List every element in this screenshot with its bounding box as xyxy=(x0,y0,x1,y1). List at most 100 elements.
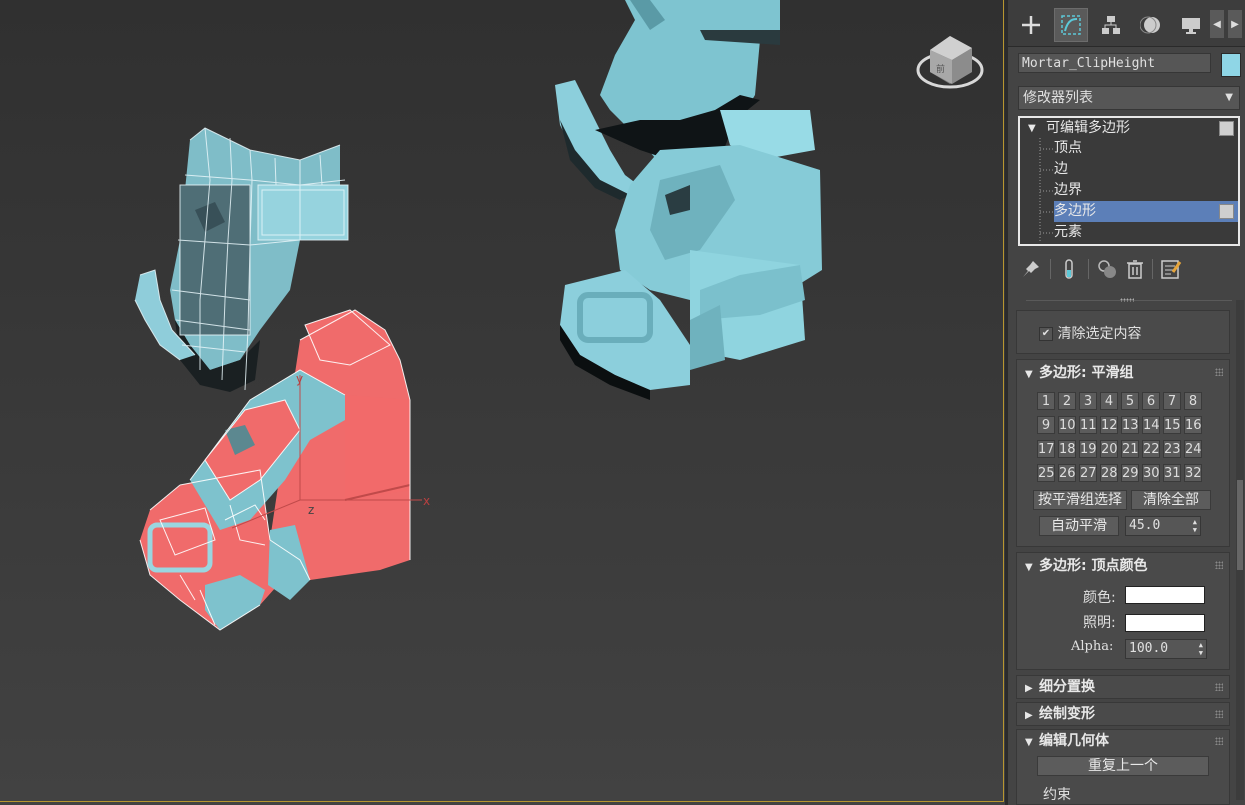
hierarchy-tab[interactable] xyxy=(1094,8,1128,42)
rollout-grip[interactable] xyxy=(1215,683,1223,691)
smoothing-group-button[interactable]: 19 xyxy=(1079,440,1097,458)
stack-item-vertex[interactable]: 顶点 xyxy=(1054,138,1238,159)
show-end-result-button[interactable] xyxy=(1056,256,1082,282)
vertex-color-swatch[interactable] xyxy=(1125,586,1205,604)
smoothing-group-button[interactable]: 21 xyxy=(1121,440,1139,458)
smoothing-group-button[interactable]: 10 xyxy=(1058,416,1076,434)
smoothing-group-button[interactable]: 2 xyxy=(1058,392,1076,410)
illumination-color-swatch[interactable] xyxy=(1125,614,1205,632)
triangle-down-icon: ▼ xyxy=(1025,562,1033,573)
stack-item-editable-poly[interactable]: ▼ 可编辑多边形 xyxy=(1020,118,1238,139)
collapse-triangle-icon: ▼ xyxy=(1028,123,1036,134)
modifier-stack[interactable]: ▼ 可编辑多边形 顶点 边 边界 多边形 元素 xyxy=(1018,116,1240,246)
viewcube[interactable]: 前 xyxy=(916,36,984,89)
display-tab[interactable] xyxy=(1174,8,1208,42)
smoothing-group-button[interactable]: 25 xyxy=(1037,464,1055,482)
stack-item-polygon[interactable]: 多边形 xyxy=(1054,201,1238,222)
rollout-grip[interactable] xyxy=(1215,561,1223,569)
clear-selection-checkbox[interactable]: ✔ 清除选定内容 xyxy=(1039,323,1141,343)
rollout-grip[interactable] xyxy=(1215,737,1223,745)
smoothing-group-button[interactable]: 18 xyxy=(1058,440,1076,458)
modifier-toggle-checkbox[interactable] xyxy=(1219,121,1234,136)
clear-all-button[interactable]: 清除全部 xyxy=(1131,490,1211,510)
make-unique-button[interactable] xyxy=(1094,256,1120,282)
select-by-sg-button[interactable]: 按平滑组选择 xyxy=(1033,490,1127,510)
rollout-drag-handle[interactable] xyxy=(1120,298,1134,302)
vertex-colors-header[interactable]: ▼ 多边形: 顶点颜色 xyxy=(1025,555,1147,577)
pin-stack-button[interactable] xyxy=(1018,256,1044,282)
scrollbar-thumb[interactable] xyxy=(1237,480,1243,570)
stack-item-edge[interactable]: 边 xyxy=(1054,159,1238,180)
smoothing-group-button[interactable]: 4 xyxy=(1100,392,1118,410)
smoothing-group-button[interactable]: 24 xyxy=(1184,440,1202,458)
smoothing-group-button[interactable]: 3 xyxy=(1079,392,1097,410)
smoothing-groups-rollout: ▼ 多边形: 平滑组 1 2 3 4 5 6 7 8 9 10 11 12 13 14 15 16 17 18 19 2… xyxy=(1016,359,1230,547)
smoothing-group-button[interactable]: 7 xyxy=(1163,392,1181,410)
modify-tab[interactable] xyxy=(1054,8,1088,42)
scene-canvas[interactable]: y x z 前 xyxy=(0,0,1005,805)
configure-modifier-sets-button[interactable] xyxy=(1158,256,1184,282)
smoothing-group-button[interactable]: 5 xyxy=(1121,392,1139,410)
motion-tab[interactable] xyxy=(1134,8,1168,42)
smoothing-group-button[interactable]: 32 xyxy=(1184,464,1202,482)
constraints-label: 约束 xyxy=(1043,787,1071,803)
smoothing-group-button[interactable]: 27 xyxy=(1079,464,1097,482)
smoothing-group-button[interactable]: 30 xyxy=(1142,464,1160,482)
cyan-model[interactable] xyxy=(555,0,822,400)
create-tab[interactable] xyxy=(1014,8,1048,42)
remove-modifier-button[interactable] xyxy=(1122,256,1148,282)
paint-deformation-rollout[interactable]: ▶ 绘制变形 xyxy=(1016,702,1230,726)
smoothing-group-button[interactable]: 17 xyxy=(1037,440,1055,458)
clear-selection-label: 清除选定内容 xyxy=(1057,326,1142,342)
edit-geometry-header[interactable]: ▼ 编辑几何体 xyxy=(1025,730,1109,752)
arrow-right-icon: ▶ xyxy=(1231,18,1239,30)
smoothing-group-button[interactable]: 6 xyxy=(1142,392,1160,410)
rollout-grip[interactable] xyxy=(1215,710,1223,718)
stack-item-element[interactable]: 元素 xyxy=(1054,222,1238,243)
modifier-list-dropdown[interactable]: 修改器列表 ▼ xyxy=(1018,86,1240,110)
smoothing-groups-header[interactable]: ▼ 多边形: 平滑组 xyxy=(1025,362,1133,384)
alpha-spinner[interactable]: 100.0 ▲ ▼ xyxy=(1125,639,1207,659)
smoothing-group-button[interactable]: 28 xyxy=(1100,464,1118,482)
smoothing-group-button[interactable]: 12 xyxy=(1100,416,1118,434)
tree-lines xyxy=(1039,138,1054,242)
rollout-title: 多边形: 平滑组 xyxy=(1039,365,1134,381)
tabs-scroll-left-button[interactable]: ◀ xyxy=(1210,10,1224,38)
smoothing-group-button[interactable]: 26 xyxy=(1058,464,1076,482)
smoothing-group-button[interactable]: 13 xyxy=(1121,416,1139,434)
smoothing-group-button[interactable]: 9 xyxy=(1037,416,1055,434)
selected-model[interactable]: y x z xyxy=(134,127,430,631)
perspective-viewport[interactable]: y x z 前 xyxy=(0,0,1005,805)
edit-geometry-rollout: ▼ 编辑几何体 重复上一个 约束 xyxy=(1016,729,1230,805)
smoothing-group-button[interactable]: 20 xyxy=(1100,440,1118,458)
smoothing-group-button[interactable]: 31 xyxy=(1163,464,1181,482)
spinner-arrows-icon[interactable]: ▲ ▼ xyxy=(1199,641,1203,657)
command-panel-scrollbar[interactable] xyxy=(1236,300,1244,800)
smoothing-group-button[interactable]: 29 xyxy=(1121,464,1139,482)
smoothing-group-button[interactable]: 14 xyxy=(1142,416,1160,434)
smoothing-group-button[interactable]: 11 xyxy=(1079,416,1097,434)
auto-smooth-button[interactable]: 自动平滑 xyxy=(1039,516,1119,536)
stack-item-border[interactable]: 边界 xyxy=(1054,180,1238,201)
auto-smooth-threshold-spinner[interactable]: 45.0 ▲ ▼ xyxy=(1125,516,1201,536)
smoothing-group-button[interactable]: 8 xyxy=(1184,392,1202,410)
smoothing-group-button[interactable]: 16 xyxy=(1184,416,1202,434)
modify-icon xyxy=(1061,15,1081,35)
configure-icon xyxy=(1161,260,1182,279)
rollout-title: 绘制变形 xyxy=(1039,706,1095,722)
subobject-toggle-checkbox[interactable] xyxy=(1219,204,1234,219)
smoothing-group-button[interactable]: 1 xyxy=(1037,392,1055,410)
motion-icon xyxy=(1140,16,1160,34)
smoothing-group-button[interactable]: 15 xyxy=(1163,416,1181,434)
rollout-grip[interactable] xyxy=(1215,368,1223,376)
smoothing-group-button[interactable]: 23 xyxy=(1163,440,1181,458)
tabs-scroll-right-button[interactable]: ▶ xyxy=(1228,10,1242,38)
selection-partial-rollout: ✔ 清除选定内容 xyxy=(1016,310,1230,354)
repeat-last-button[interactable]: 重复上一个 xyxy=(1037,756,1209,776)
subdivision-displacement-rollout[interactable]: ▶ 细分置换 xyxy=(1016,675,1230,699)
spinner-arrows-icon[interactable]: ▲ ▼ xyxy=(1193,518,1197,534)
object-name-field[interactable]: Mortar_ClipHeight xyxy=(1018,53,1211,73)
object-color-swatch[interactable] xyxy=(1221,53,1241,77)
make-unique-icon xyxy=(1098,260,1116,278)
smoothing-group-button[interactable]: 22 xyxy=(1142,440,1160,458)
